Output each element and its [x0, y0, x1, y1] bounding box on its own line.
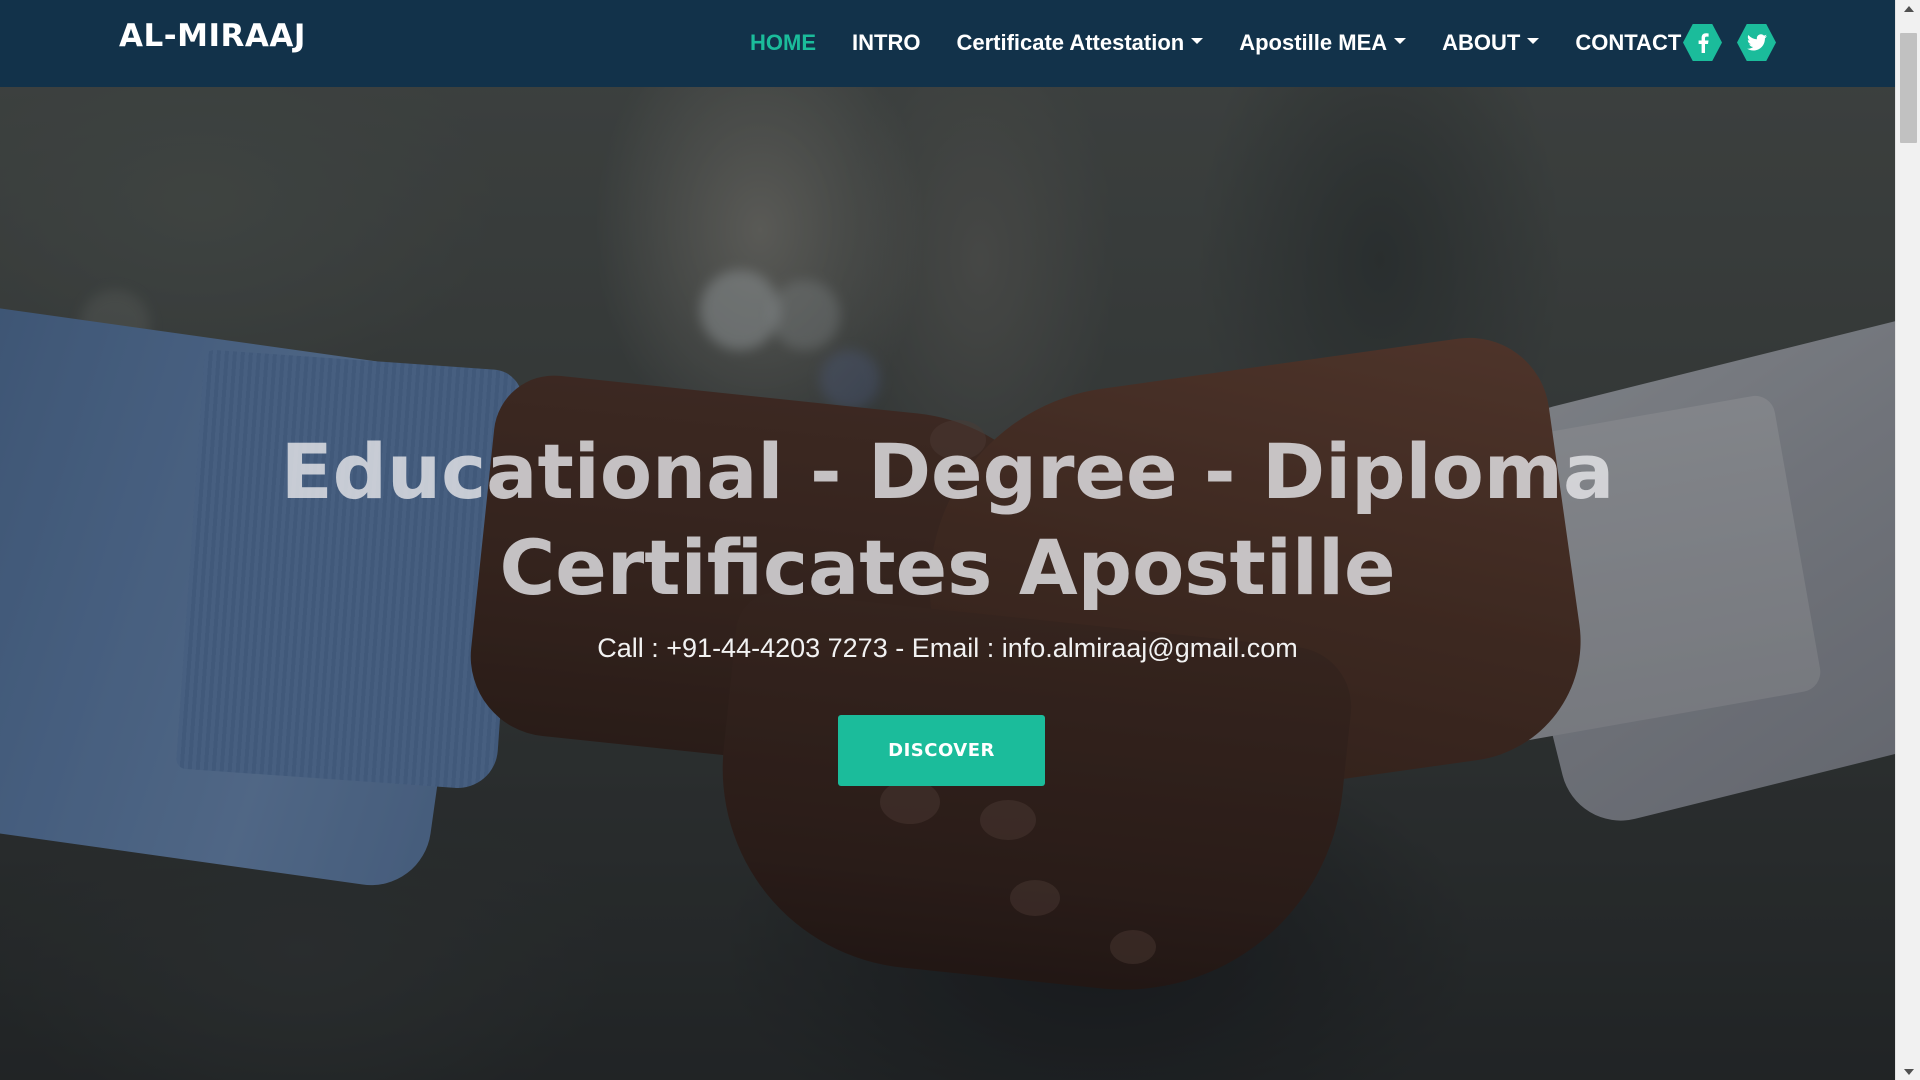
top-navbar: AL-MIRAAJ HOME INTRO Certificate Attesta… [0, 0, 1895, 87]
nav-about-label: ABOUT [1442, 30, 1521, 55]
scroll-up-button[interactable] [1896, 0, 1920, 17]
nav-intro[interactable]: INTRO [852, 30, 920, 56]
caret-down-icon [1191, 38, 1204, 44]
nav-certificate-attestation-label: Certificate Attestation [956, 30, 1185, 55]
caret-down-icon [1527, 38, 1540, 44]
hero-title-line-1: Educational - Degree - Diploma [280, 427, 1615, 516]
caret-down-icon [1394, 38, 1407, 44]
arrow-up-icon [1903, 5, 1914, 12]
page: AL-MIRAAJ HOME INTRO Certificate Attesta… [0, 0, 1895, 1080]
brand-logo[interactable]: AL-MIRAAJ [119, 18, 306, 54]
hero-title-line-2: Certificates Apostille [499, 523, 1396, 612]
hero-contact-info: Call : +91-44-4203 7273 - Email : info.a… [597, 633, 1298, 663]
nav-apostille-mea-label: Apostille MEA [1239, 30, 1388, 55]
twitter-icon [1746, 34, 1767, 51]
nav-contact[interactable]: CONTACT [1575, 30, 1681, 56]
nav-certificate-attestation-dropdown[interactable]: Certificate Attestation [956, 30, 1204, 56]
facebook-icon [1698, 32, 1709, 53]
main-nav: HOME INTRO Certificate Attestation Apost… [750, 27, 1717, 59]
arrow-down-icon [1903, 1068, 1914, 1075]
nav-about-dropdown[interactable]: ABOUT [1442, 30, 1540, 56]
nav-home[interactable]: HOME [750, 30, 816, 56]
nav-apostille-mea-dropdown[interactable]: Apostille MEA [1239, 30, 1407, 56]
nav-intro-label: INTRO [852, 30, 921, 55]
twitter-button[interactable] [1737, 24, 1776, 61]
scrollbar-thumb[interactable] [1900, 33, 1917, 143]
page-scrollbar[interactable] [1895, 0, 1920, 1080]
hero-title: Educational - Degree - Diploma Certifica… [0, 424, 1895, 616]
discover-button[interactable]: DISCOVER [838, 715, 1045, 786]
scroll-down-button[interactable] [1896, 1063, 1920, 1080]
nav-contact-label: CONTACT [1575, 30, 1682, 55]
nav-home-label: HOME [750, 30, 816, 55]
